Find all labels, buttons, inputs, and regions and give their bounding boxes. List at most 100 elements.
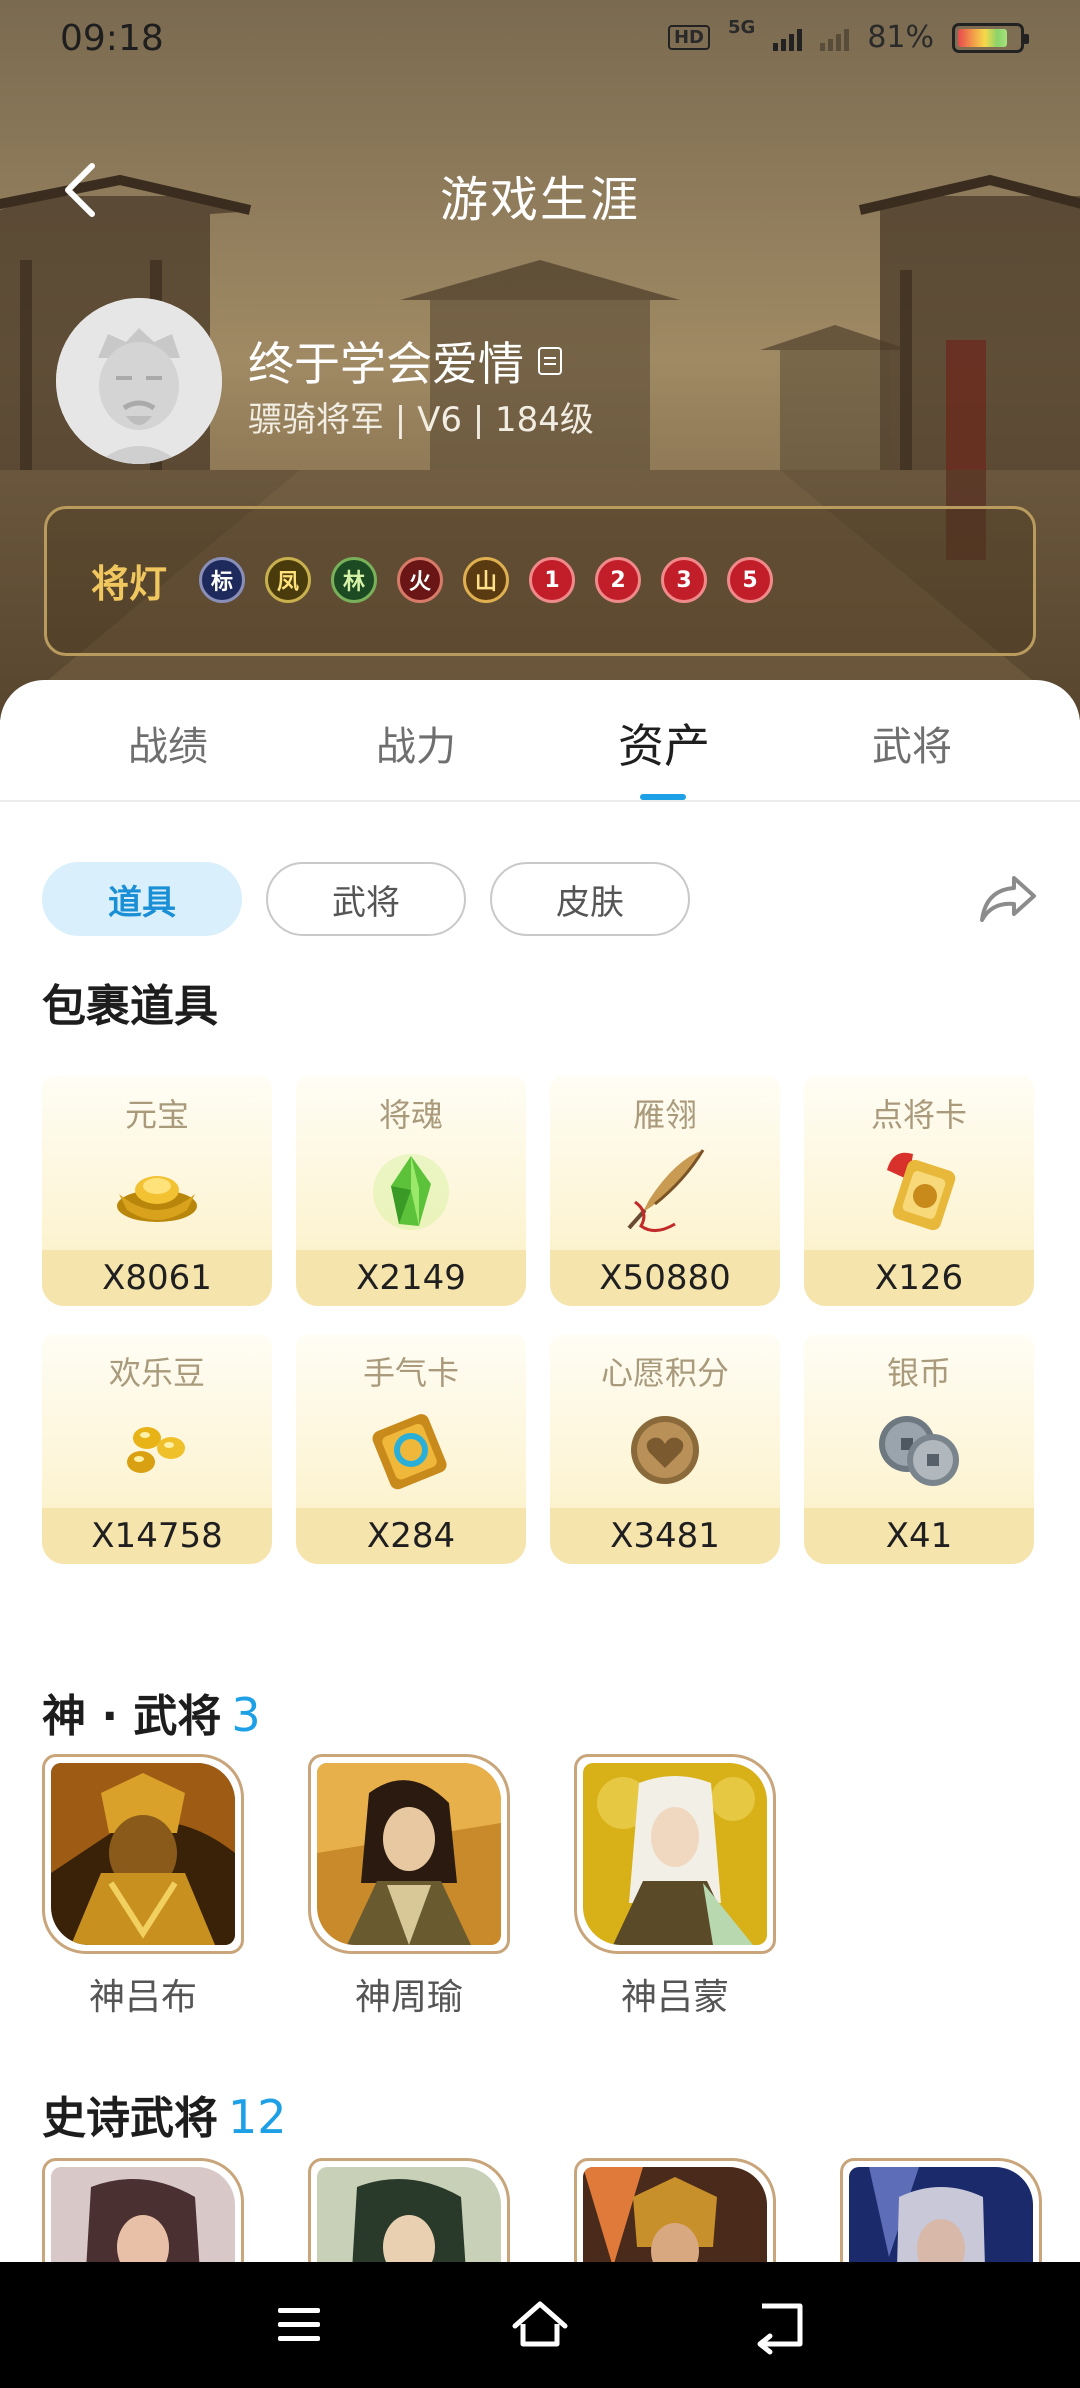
hero-card-shen-zhouyu[interactable]: 神周瑜 [308, 1754, 510, 2020]
hero-card-epic-2[interactable] [308, 2158, 510, 2262]
battery-percent: 81% [867, 20, 934, 55]
item-count: X126 [804, 1250, 1034, 1306]
luck-card-icon [372, 1414, 447, 1490]
lamp-badge-5[interactable]: 5 [727, 557, 773, 603]
hero-portrait-image [583, 1763, 767, 1945]
item-card-yuanbao[interactable]: 元宝 X8061 [42, 1076, 272, 1306]
chip-items[interactable]: 道具 [42, 862, 242, 936]
item-name: 点将卡 [870, 1096, 967, 1134]
hero-name: 神吕布 [88, 1977, 197, 2018]
epic-generals-title: 史诗武将 12 [42, 2082, 287, 2146]
general-lamp-panel: 将灯 标 凤 林 火 山 1 2 3 5 [44, 506, 1036, 656]
god-generals-count: 3 [231, 1688, 261, 1742]
epic-generals-title-text: 史诗武将 [42, 2093, 218, 2144]
hero-card-epic-4[interactable] [840, 2158, 1042, 2262]
page-title: 游戏生涯 [439, 172, 640, 228]
item-card-yanling[interactable]: 雁翎 X50880 [550, 1076, 780, 1306]
lamp-label: 将灯 [91, 562, 168, 606]
username-row: 终于学会爱情 [248, 328, 562, 394]
lamp-badge-2[interactable]: 2 [595, 557, 641, 603]
item-card-xinyuanjifen[interactable]: 心愿积分 X3481 [550, 1334, 780, 1564]
battery-icon [952, 22, 1029, 53]
bag-items-grid: 元宝 X8061 将魂 X2149 雁翎 X50880 点将卡 X126 欢乐豆… [42, 1076, 1042, 1564]
avatar[interactable] [56, 298, 222, 464]
home-icon[interactable] [507, 2292, 573, 2358]
content-panel: 战绩 战力 资产 武将 道具 武将 皮肤 包裹道具 元宝 X8061 将魂 X2… [0, 680, 1080, 2262]
hero-name: 神周瑜 [354, 1977, 463, 2018]
hero-portrait-image [51, 2167, 235, 2262]
item-count: X50880 [550, 1250, 780, 1306]
status-time: 09:18 [60, 18, 164, 59]
tab-power[interactable]: 战力 [316, 714, 516, 772]
tab-record[interactable]: 战绩 [68, 714, 268, 772]
back-icon[interactable] [748, 2292, 814, 2358]
item-card-yinbi[interactable]: 银币 X41 [804, 1334, 1034, 1564]
hero-portrait [574, 1754, 776, 1954]
lamp-badge-standard[interactable]: 标 [199, 557, 245, 603]
hero-card-shen-lvbu[interactable]: 神吕布 [42, 1754, 244, 2020]
item-card-shouqika[interactable]: 手气卡 X284 [296, 1334, 526, 1564]
item-card-dianjiangka[interactable]: 点将卡 X126 [804, 1076, 1034, 1306]
hero-portrait-image [583, 2167, 767, 2262]
username: 终于学会爱情 [248, 337, 524, 391]
hero-portrait [42, 1754, 244, 1954]
document-icon[interactable] [538, 347, 562, 375]
hero-portrait-image [849, 2167, 1033, 2262]
profile-header: 09:18 HD 5G 81% 游戏生涯 终于学会爱情 骠骑将军 | V6 | … [0, 0, 1080, 720]
feather-quill-icon [627, 1149, 705, 1232]
item-card-huanledou[interactable]: 欢乐豆 X14758 [42, 1334, 272, 1564]
epic-generals-count: 12 [228, 2090, 287, 2144]
hero-portrait [42, 2158, 244, 2262]
lamp-badge-3[interactable]: 3 [661, 557, 707, 603]
status-bar: 09:18 HD 5G 81% [0, 0, 1080, 84]
network-label: 5G [728, 17, 756, 38]
rank-info: 骠骑将军 | V6 | 184级 [248, 400, 594, 440]
tab-assets[interactable]: 资产 [564, 710, 764, 776]
item-name: 元宝 [124, 1096, 189, 1134]
lamp-badge-forest[interactable]: 林 [331, 557, 377, 603]
chip-skins[interactable]: 皮肤 [490, 862, 690, 936]
golden-beans-icon [127, 1427, 185, 1473]
tab-generals[interactable]: 武将 [812, 714, 1012, 772]
item-count: X2149 [296, 1250, 526, 1306]
lamp-badge-phoenix[interactable]: 凤 [265, 557, 311, 603]
hero-portrait-image [317, 1763, 501, 1945]
item-count: X3481 [550, 1508, 780, 1564]
signal-icon [773, 25, 803, 51]
item-name: 手气卡 [362, 1354, 459, 1392]
green-crystal-icon [373, 1154, 449, 1230]
bag-items-title: 包裹道具 [42, 970, 218, 1034]
lamp-badges: 标 凤 林 火 山 1 2 3 5 [199, 557, 773, 603]
silver-coins-icon [879, 1416, 959, 1486]
item-count: X14758 [42, 1508, 272, 1564]
item-count: X41 [804, 1508, 1034, 1564]
share-icon[interactable] [978, 870, 1038, 928]
hero-portrait-image [51, 1763, 235, 1945]
active-tab-indicator [640, 794, 686, 800]
gold-ingot-icon [117, 1176, 197, 1222]
lamp-badge-mountain[interactable]: 山 [463, 557, 509, 603]
asset-filter-chips: 道具 武将 皮肤 [42, 862, 690, 936]
item-count: X8061 [42, 1250, 272, 1306]
hero-card-epic-3[interactable] [574, 2158, 776, 2262]
item-card-jianghun[interactable]: 将魂 X2149 [296, 1076, 526, 1306]
hd-icon: HD [667, 25, 710, 50]
item-name: 雁翎 [632, 1096, 697, 1134]
epic-generals-list [42, 2158, 1042, 2262]
item-name: 欢乐豆 [108, 1354, 205, 1392]
hero-name: 神吕蒙 [620, 1977, 729, 2018]
hero-card-shen-lvmeng[interactable]: 神吕蒙 [574, 1754, 776, 2020]
general-card-icon [887, 1152, 956, 1231]
lamp-badge-fire[interactable]: 火 [397, 557, 443, 603]
heart-coin-icon [631, 1416, 699, 1484]
default-avatar-icon [56, 298, 222, 464]
lamp-badge-1[interactable]: 1 [529, 557, 575, 603]
item-count: X284 [296, 1508, 526, 1564]
item-name: 心愿积分 [600, 1354, 729, 1392]
item-name: 银币 [886, 1354, 951, 1392]
chip-generals[interactable]: 武将 [266, 862, 466, 936]
hero-card-epic-1[interactable] [42, 2158, 244, 2262]
signal-secondary-icon [820, 25, 850, 51]
menu-icon[interactable] [266, 2292, 332, 2358]
system-navigation-bar [0, 2262, 1080, 2388]
